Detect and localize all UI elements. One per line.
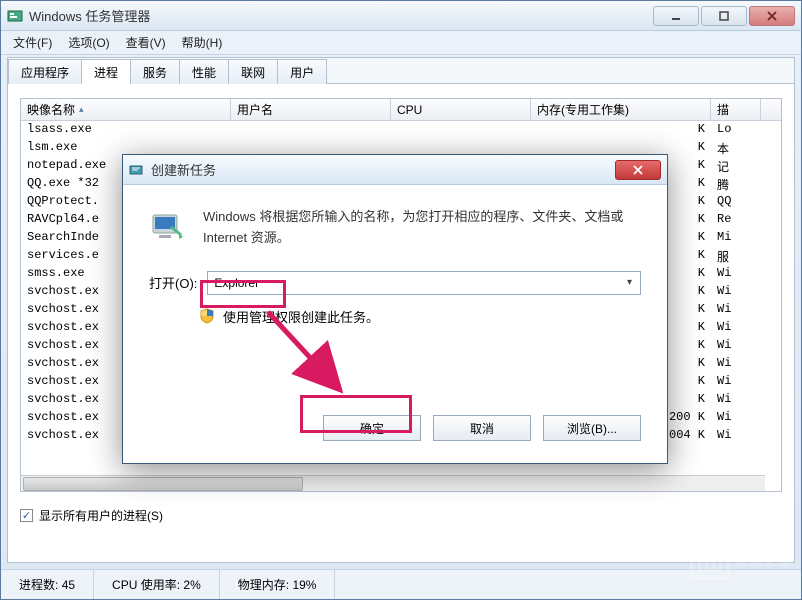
dialog-title: 创建新任务 — [151, 160, 615, 179]
cell-desc: Mi — [711, 229, 761, 247]
dialog-body: Windows 将根据您所输入的名称，为您打开相应的程序、文件夹、文档或 Int… — [123, 185, 667, 463]
maximize-button[interactable] — [701, 6, 747, 26]
show-all-users-label: 显示所有用户的进程(S) — [39, 507, 163, 524]
cell-desc: Wi — [711, 337, 761, 355]
cell-desc: 本 — [711, 139, 761, 157]
col-cpu[interactable]: CPU — [391, 99, 531, 120]
tab-strip: 应用程序 进程 服务 性能 联网 用户 — [8, 58, 794, 84]
cell-cpu — [391, 121, 531, 139]
tab-processes[interactable]: 进程 — [81, 59, 131, 84]
menu-view[interactable]: 查看(V) — [118, 32, 174, 53]
open-combobox[interactable]: Explorer — [207, 271, 641, 295]
show-all-users-row: 显示所有用户的进程(S) — [20, 507, 782, 524]
scrollbar-thumb[interactable] — [23, 477, 303, 491]
dialog-message-row: Windows 将根据您所输入的名称，为您打开相应的程序、文件夹、文档或 Int… — [149, 207, 641, 249]
menubar: 文件(F) 选项(O) 查看(V) 帮助(H) — [1, 31, 801, 55]
table-row[interactable]: lsass.exe KLo — [21, 121, 781, 139]
create-new-task-dialog: 创建新任务 Windows 将根据您所输入的名称，为您打开相应的程序、文件夹、文… — [122, 154, 668, 464]
browse-button[interactable]: 浏览(B)... — [543, 415, 641, 441]
ok-button[interactable]: 确定 — [323, 415, 421, 441]
admin-privilege-text: 使用管理权限创建此任务。 — [223, 307, 379, 326]
cell-desc: Wi — [711, 355, 761, 373]
tab-services[interactable]: 服务 — [130, 59, 180, 84]
titlebar: Windows 任务管理器 — [1, 1, 801, 31]
cancel-button[interactable]: 取消 — [433, 415, 531, 441]
status-processes: 进程数: 45 — [1, 570, 94, 599]
dialog-message: Windows 将根据您所输入的名称，为您打开相应的程序、文件夹、文档或 Int… — [203, 207, 641, 249]
col-memory[interactable]: 内存(专用工作集) — [531, 99, 711, 120]
cell-desc: QQ — [711, 193, 761, 211]
status-memory: 物理内存: 19% — [220, 570, 336, 599]
window-controls — [651, 6, 795, 26]
status-mem-label: 物理内存: — [238, 576, 289, 593]
tab-applications[interactable]: 应用程序 — [8, 59, 82, 84]
col-image-name[interactable]: 映像名称 — [21, 99, 231, 120]
cell-desc: Re — [711, 211, 761, 229]
table-header: 映像名称 用户名 CPU 内存(专用工作集) 描 — [21, 99, 781, 121]
window-title: Windows 任务管理器 — [29, 6, 651, 25]
dialog-close-button[interactable] — [615, 160, 661, 180]
open-label: 打开(O): — [149, 273, 197, 292]
cell-desc: Wi — [711, 319, 761, 337]
tab-users[interactable]: 用户 — [277, 59, 327, 84]
cell-user — [231, 121, 391, 139]
dialog-button-row: 确定 取消 浏览(B)... — [149, 415, 641, 441]
tab-networking[interactable]: 联网 — [228, 59, 278, 84]
statusbar: 进程数: 45 CPU 使用率: 2% 物理内存: 19% — [1, 569, 801, 599]
status-cpu-label: CPU 使用率: — [112, 576, 180, 593]
cell-desc: Wi — [711, 265, 761, 283]
status-cpu-value: 2% — [183, 578, 200, 592]
run-dialog-icon — [129, 162, 145, 178]
dialog-titlebar: 创建新任务 — [123, 155, 667, 185]
horizontal-scrollbar[interactable] — [21, 475, 765, 491]
admin-privilege-row: 使用管理权限创建此任务。 — [199, 307, 641, 326]
menu-options[interactable]: 选项(O) — [60, 32, 117, 53]
tab-performance[interactable]: 性能 — [179, 59, 229, 84]
cell-desc: Wi — [711, 373, 761, 391]
status-mem-value: 19% — [292, 578, 316, 592]
cell-desc: Wi — [711, 427, 761, 445]
cell-desc: Wi — [711, 301, 761, 319]
run-program-icon — [149, 207, 185, 243]
col-description[interactable]: 描 — [711, 99, 761, 120]
status-processes-value: 45 — [62, 578, 75, 592]
cell-desc: Lo — [711, 121, 761, 139]
col-user-name[interactable]: 用户名 — [231, 99, 391, 120]
shield-icon — [199, 308, 215, 324]
app-icon — [7, 8, 23, 24]
menu-file[interactable]: 文件(F) — [5, 32, 60, 53]
menu-help[interactable]: 帮助(H) — [174, 32, 231, 53]
cell-desc: Wi — [711, 283, 761, 301]
minimize-button[interactable] — [653, 6, 699, 26]
cell-memory: K — [531, 121, 711, 139]
cell-desc: Wi — [711, 391, 761, 409]
open-row: 打开(O): Explorer — [149, 271, 641, 295]
close-button[interactable] — [749, 6, 795, 26]
cell-desc: 腾 — [711, 175, 761, 193]
cell-desc: 记 — [711, 157, 761, 175]
cell-desc: 服 — [711, 247, 761, 265]
show-all-users-checkbox[interactable] — [20, 509, 33, 522]
status-cpu: CPU 使用率: 2% — [94, 570, 220, 599]
cell-desc: Wi — [711, 409, 761, 427]
cell-image-name: lsass.exe — [21, 121, 231, 139]
open-value: Explorer — [214, 276, 259, 290]
status-processes-label: 进程数: — [19, 576, 58, 593]
